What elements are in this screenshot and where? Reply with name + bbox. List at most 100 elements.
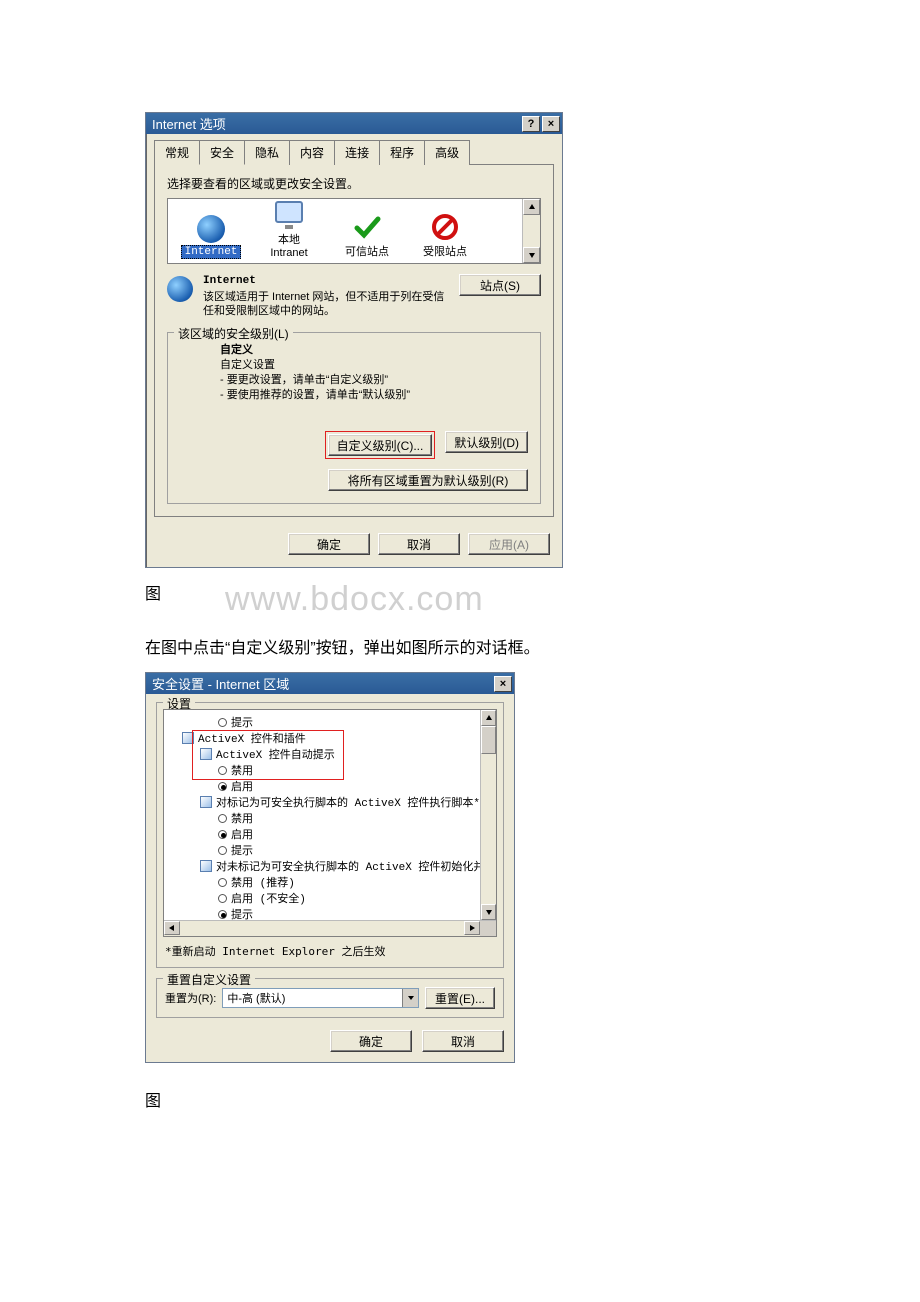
radio-icon — [218, 894, 227, 903]
reset-level-combo[interactable]: 中-高 (默认) — [222, 988, 419, 1008]
chevron-down-icon[interactable] — [402, 989, 418, 1007]
radio-disable[interactable]: 禁用 — [164, 762, 496, 778]
apply-button[interactable]: 应用(A) — [468, 533, 550, 555]
zone-desc-title: Internet — [203, 274, 449, 288]
zone-select-label: 选择要查看的区域或更改安全设置。 — [167, 175, 541, 192]
internet-options-dialog: Internet 选项 ? × 常规 安全 隐私 内容 连接 程序 高级 选择要… — [145, 112, 563, 568]
radio-icon — [218, 878, 227, 887]
scroll-left-icon[interactable] — [164, 921, 180, 935]
ok-button[interactable]: 确定 — [288, 533, 370, 555]
default-level-button[interactable]: 默认级别(D) — [445, 431, 528, 453]
close-button[interactable]: × — [542, 116, 560, 132]
scroll-up-icon[interactable] — [523, 199, 540, 215]
settings-group: 设置 提示 ActiveX 控件和插件 ActiveX 控件自动提示 禁用 启用… — [156, 702, 504, 968]
custom-line-1: - 要更改设置，请单击“自定义级别” — [220, 373, 528, 388]
dialog-button-row: 确定 取消 应用(A) — [146, 525, 562, 567]
figure-caption-2: 图 — [145, 1087, 775, 1111]
zone-restricted[interactable]: 受限站点 — [406, 213, 484, 259]
radio-selected-icon — [218, 782, 227, 791]
custom-subtitle: 自定义设置 — [220, 358, 528, 373]
tab-strip: 常规 安全 隐私 内容 连接 程序 高级 — [146, 134, 562, 165]
monitor-icon — [275, 201, 303, 223]
radio-prompt[interactable]: 提示 — [164, 842, 496, 858]
radio-prompt[interactable]: 提示 — [164, 714, 496, 730]
cancel-button[interactable]: 取消 — [422, 1030, 504, 1052]
globe-icon — [197, 215, 225, 243]
custom-level-text: 自定义 自定义设置 - 要更改设置，请单击“自定义级别” - 要使用推荐的设置，… — [220, 343, 528, 403]
zone-internet[interactable]: Internet — [172, 215, 250, 259]
security-tab-panel: 选择要查看的区域或更改安全设置。 Internet 本地 Intranet 可信… — [154, 164, 554, 517]
settings-tree[interactable]: 提示 ActiveX 控件和插件 ActiveX 控件自动提示 禁用 启用 对标… — [163, 709, 497, 937]
help-button[interactable]: ? — [522, 116, 540, 132]
scroll-thumb[interactable] — [481, 726, 496, 754]
scroll-up-icon[interactable] — [481, 710, 496, 726]
radio-enable[interactable]: 启用 — [164, 826, 496, 842]
titlebar: Internet 选项 ? × — [146, 113, 562, 134]
scroll-down-icon[interactable] — [523, 247, 540, 263]
radio-selected-icon — [218, 830, 227, 839]
group-marked-safe: 对标记为可安全执行脚本的 ActiveX 控件执行脚本* — [164, 794, 496, 810]
group-not-marked-safe: 对未标记为可安全执行脚本的 ActiveX 控件初始化并执 — [164, 858, 496, 874]
sites-button[interactable]: 站点(S) — [459, 274, 541, 296]
figure-caption-1: 图 — [145, 580, 775, 604]
check-icon — [353, 213, 381, 241]
zone-desc-text: 该区域适用于 Internet 网站，但不适用于列在受信任和受限制区域中的网站。 — [203, 290, 449, 318]
dialog-title: 安全设置 - Internet 区域 — [152, 674, 492, 693]
highlight-box: 自定义级别(C)... — [325, 431, 436, 459]
tab-general[interactable]: 常规 — [154, 140, 200, 165]
tab-advanced[interactable]: 高级 — [424, 140, 470, 165]
horizontal-scrollbar[interactable] — [164, 920, 496, 936]
security-level-legend: 该区域的安全级别(L) — [174, 325, 293, 342]
tab-privacy[interactable]: 隐私 — [244, 140, 290, 165]
combo-value: 中-高 (默认) — [227, 990, 285, 1006]
scroll-down-icon[interactable] — [481, 904, 496, 920]
close-button[interactable]: × — [494, 676, 512, 692]
custom-title: 自定义 — [220, 343, 528, 358]
globe-icon — [167, 276, 193, 302]
radio-selected-icon — [218, 910, 227, 919]
group-icon — [200, 860, 212, 872]
radio-icon — [218, 814, 227, 823]
instruction-text: 在图中点击“自定义级别”按钮，弹出如图所示的对话框。 — [145, 634, 775, 658]
restart-note: *重新启动 Internet Explorer 之后生效 — [165, 943, 495, 959]
security-level-group: 该区域的安全级别(L) 自定义 自定义设置 - 要更改设置，请单击“自定义级别”… — [167, 332, 541, 504]
tab-security[interactable]: 安全 — [199, 140, 245, 165]
zone-trusted-label: 可信站点 — [345, 246, 389, 258]
custom-line-2: - 要使用推荐的设置，请单击“默认级别” — [220, 388, 528, 403]
dialog-button-row: 确定 取消 — [156, 1030, 504, 1052]
radio-icon — [218, 766, 227, 775]
zone-list[interactable]: Internet 本地 Intranet 可信站点 受限站点 — [167, 198, 541, 264]
radio-icon — [218, 846, 227, 855]
group-icon — [182, 732, 194, 744]
zone-scrollbar[interactable] — [522, 199, 540, 263]
zone-restricted-label: 受限站点 — [423, 246, 467, 258]
zone-intranet[interactable]: 本地 Intranet — [250, 199, 328, 259]
radio-enable-unsafe[interactable]: 启用 (不安全) — [164, 890, 496, 906]
reset-button[interactable]: 重置(E)... — [425, 987, 495, 1009]
reset-custom-group: 重置自定义设置 重置为(R): 中-高 (默认) 重置(E)... — [156, 978, 504, 1018]
tab-content[interactable]: 内容 — [289, 140, 335, 165]
reset-to-label: 重置为(R): — [165, 990, 216, 1006]
zone-intranet-label: 本地 Intranet — [270, 234, 307, 259]
group-activex-auto: ActiveX 控件自动提示 — [164, 746, 496, 762]
group-activex: ActiveX 控件和插件 — [164, 730, 496, 746]
ok-button[interactable]: 确定 — [330, 1030, 412, 1052]
cancel-button[interactable]: 取消 — [378, 533, 460, 555]
radio-enable[interactable]: 启用 — [164, 778, 496, 794]
reset-legend: 重置自定义设置 — [163, 971, 255, 988]
tab-programs[interactable]: 程序 — [379, 140, 425, 165]
reset-all-zones-button[interactable]: 将所有区域重置为默认级别(R) — [328, 469, 528, 491]
restricted-icon — [431, 213, 459, 241]
titlebar: 安全设置 - Internet 区域 × — [146, 673, 514, 694]
radio-disable[interactable]: 禁用 — [164, 810, 496, 826]
radio-disable-recommended[interactable]: 禁用 (推荐) — [164, 874, 496, 890]
custom-level-button[interactable]: 自定义级别(C)... — [328, 434, 433, 456]
scroll-corner — [480, 921, 496, 936]
vertical-scrollbar[interactable] — [480, 710, 496, 920]
zone-description: Internet 该区域适用于 Internet 网站，但不适用于列在受信任和受… — [167, 274, 541, 318]
scroll-right-icon[interactable] — [464, 921, 480, 935]
zone-internet-label: Internet — [181, 245, 242, 259]
zone-trusted[interactable]: 可信站点 — [328, 213, 406, 259]
group-icon — [200, 748, 212, 760]
tab-connections[interactable]: 连接 — [334, 140, 380, 165]
